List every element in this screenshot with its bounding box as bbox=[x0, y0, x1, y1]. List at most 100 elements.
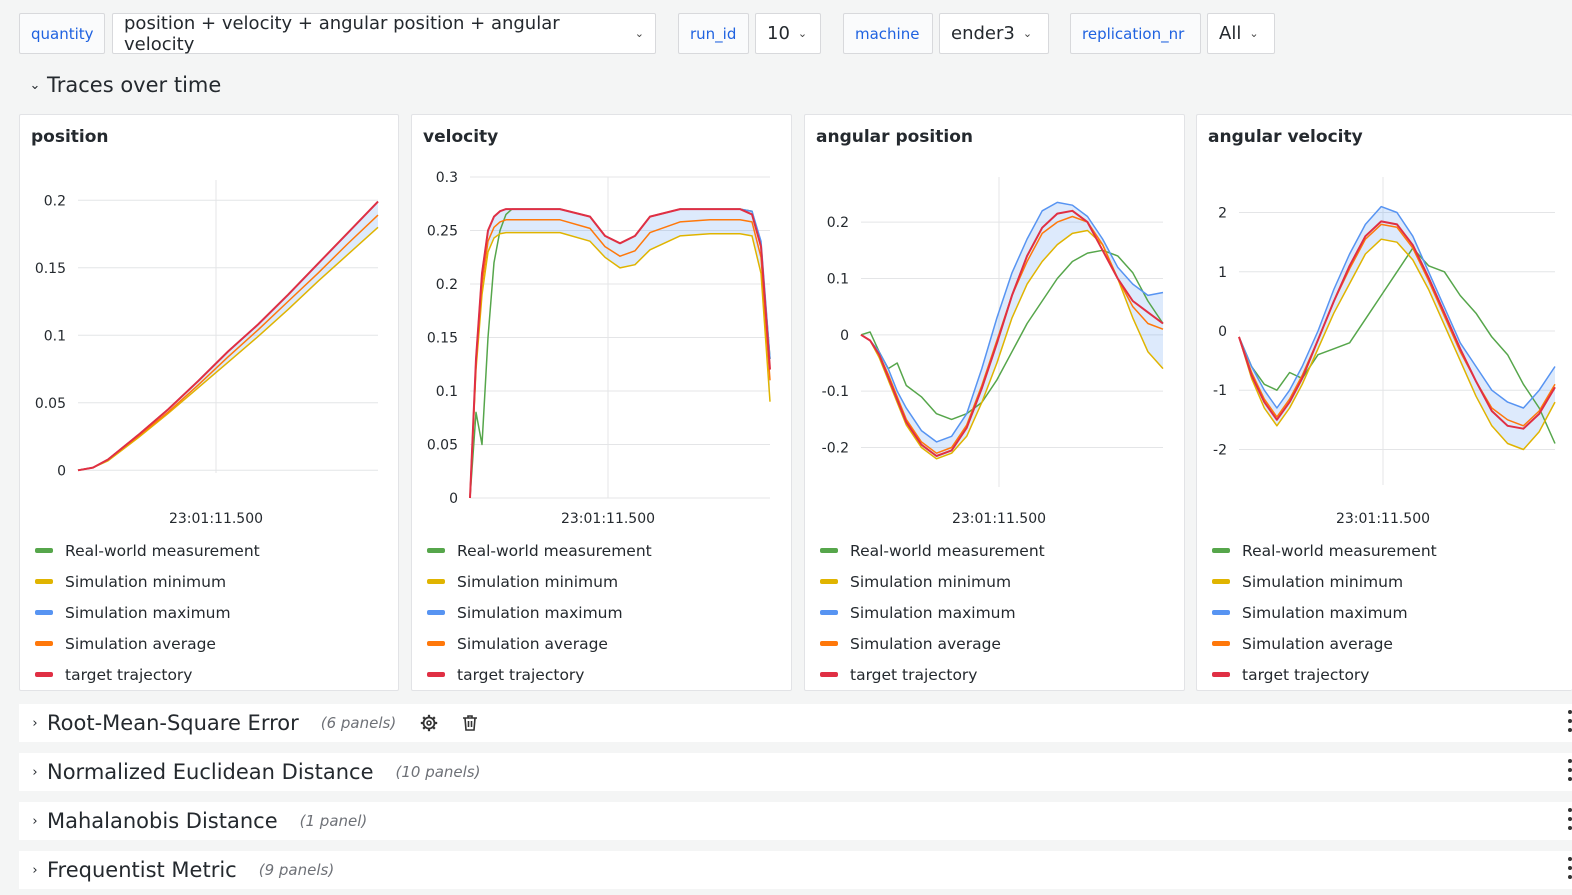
row-title-ned: Normalized Euclidean Distance bbox=[47, 760, 374, 784]
trash-icon[interactable] bbox=[462, 714, 478, 732]
y-tick-label: -0.1 bbox=[822, 384, 849, 400]
chart-angular-velocity: 2 1 0 -1 -2 23:01:11.500 bbox=[1213, 177, 1556, 527]
legend-swatch bbox=[1212, 579, 1230, 584]
row-title-frequentist: Frequentist Metric bbox=[47, 858, 237, 882]
series-line-simulation-maximum bbox=[77, 201, 379, 472]
legend-item[interactable]: Simulation maximum bbox=[820, 597, 1045, 628]
row-panel-count: (1 panel) bbox=[299, 812, 368, 830]
chevron-down-icon: ⌄ bbox=[1022, 27, 1033, 40]
legend: Real-world measurement Simulation minimum… bbox=[1212, 535, 1437, 690]
legend-swatch bbox=[1212, 672, 1230, 677]
legend-item[interactable]: Real-world measurement bbox=[820, 535, 1045, 566]
y-tick-label: 0.1 bbox=[44, 328, 66, 344]
legend-item[interactable]: Real-world measurement bbox=[35, 535, 260, 566]
legend-label: target trajectory bbox=[65, 665, 193, 684]
legend-item[interactable]: Simulation maximum bbox=[1212, 597, 1437, 628]
y-tick-label: 0.25 bbox=[427, 224, 458, 240]
legend-item[interactable]: target trajectory bbox=[35, 659, 260, 690]
row-title-rmse: Root-Mean-Square Error bbox=[47, 711, 299, 735]
panel-position: position 0.2 0.15 0.1 0.05 0 23:01:11.500 Rea… bbox=[19, 114, 399, 691]
machine-select[interactable]: ender3 ⌄ bbox=[939, 13, 1049, 54]
legend-swatch bbox=[427, 672, 445, 677]
series-line-target-trajectory bbox=[77, 200, 379, 472]
row-drag-handle[interactable] bbox=[1566, 710, 1572, 736]
y-tick-label: -2 bbox=[1213, 442, 1227, 458]
quantity-select[interactable]: position + velocity + angular position +… bbox=[112, 12, 656, 55]
chevron-right-icon: › bbox=[32, 862, 38, 878]
chevron-down-icon: ⌄ bbox=[634, 27, 644, 40]
machine-select-value: ender3 bbox=[951, 23, 1015, 44]
row-title-traces: Traces over time bbox=[47, 73, 222, 97]
x-tick-label: 23:01:11.500 bbox=[169, 511, 263, 527]
legend-item[interactable]: Simulation minimum bbox=[427, 566, 652, 597]
y-tick-label: 0.1 bbox=[827, 271, 849, 287]
legend-swatch bbox=[35, 672, 53, 677]
y-tick-label: 0 bbox=[449, 491, 458, 507]
gear-icon[interactable] bbox=[420, 714, 438, 732]
row-header-traces[interactable]: ⌄ Traces over time bbox=[19, 66, 222, 104]
legend-item[interactable]: Real-world measurement bbox=[1212, 535, 1437, 566]
min-max-band bbox=[78, 201, 378, 471]
legend-swatch bbox=[427, 641, 445, 646]
legend-item[interactable]: Simulation average bbox=[427, 628, 652, 659]
y-tick-label: 0.3 bbox=[436, 170, 458, 186]
row-drag-handle[interactable] bbox=[1566, 857, 1572, 883]
series-line-real-world-measurement bbox=[77, 201, 379, 472]
chart-velocity: 0.3 0.25 0.2 0.15 0.1 0.05 0 23:01:11.500 bbox=[427, 170, 771, 527]
legend-item[interactable]: Real-world measurement bbox=[427, 535, 652, 566]
legend-item[interactable]: Simulation minimum bbox=[35, 566, 260, 597]
legend-label: Simulation maximum bbox=[65, 603, 231, 622]
legend-item[interactable]: target trajectory bbox=[1212, 659, 1437, 690]
legend-item[interactable]: target trajectory bbox=[820, 659, 1045, 690]
legend-item[interactable]: target trajectory bbox=[427, 659, 652, 690]
variable-label-replication-nr: replication_nr bbox=[1070, 13, 1201, 54]
row-header-frequentist[interactable]: › Frequentist Metric (9 panels) bbox=[19, 851, 1572, 889]
chevron-down-icon: ⌄ bbox=[797, 27, 808, 40]
y-tick-label: 0 bbox=[840, 328, 849, 344]
run-id-select[interactable]: 10 ⌄ bbox=[755, 13, 821, 54]
chevron-down-icon: ⌄ bbox=[1249, 27, 1259, 40]
row-panel-count: (6 panels) bbox=[320, 714, 397, 732]
legend-label: target trajectory bbox=[1242, 665, 1370, 684]
legend-item[interactable]: Simulation minimum bbox=[820, 566, 1045, 597]
legend-swatch bbox=[427, 610, 445, 615]
legend-item[interactable]: Simulation maximum bbox=[35, 597, 260, 628]
legend-swatch bbox=[35, 610, 53, 615]
legend-label: Real-world measurement bbox=[65, 541, 260, 560]
y-tick-label: 0.2 bbox=[827, 215, 849, 231]
replication-nr-select[interactable]: All ⌄ bbox=[1207, 13, 1275, 54]
legend-swatch bbox=[427, 579, 445, 584]
y-tick-label: 0.15 bbox=[35, 261, 66, 277]
row-drag-handle[interactable] bbox=[1566, 808, 1572, 834]
legend-label: target trajectory bbox=[457, 665, 585, 684]
legend-label: Simulation minimum bbox=[1242, 572, 1404, 591]
legend-label: Simulation average bbox=[1242, 634, 1393, 653]
y-tick-label: -1 bbox=[1213, 383, 1227, 399]
y-tick-label: 0 bbox=[57, 463, 66, 479]
row-header-ned[interactable]: › Normalized Euclidean Distance (10 pane… bbox=[19, 753, 1572, 791]
legend-label: Simulation minimum bbox=[457, 572, 619, 591]
legend-swatch bbox=[427, 548, 445, 553]
chart-angular-position: 0.2 0.1 0 -0.1 -0.2 23:01:11.500 bbox=[822, 177, 1164, 527]
legend-item[interactable]: Simulation maximum bbox=[427, 597, 652, 628]
y-tick-label: 0 bbox=[1218, 324, 1227, 340]
legend-item[interactable]: Simulation average bbox=[35, 628, 260, 659]
row-drag-handle[interactable] bbox=[1566, 759, 1572, 785]
legend-swatch bbox=[820, 672, 838, 677]
legend-label: Simulation average bbox=[850, 634, 1001, 653]
quantity-select-value: position + velocity + angular position +… bbox=[124, 12, 560, 55]
legend-label: Real-world measurement bbox=[457, 541, 652, 560]
row-header-rmse[interactable]: › Root-Mean-Square Error (6 panels) bbox=[19, 704, 1572, 742]
chart-position: 0.2 0.15 0.1 0.05 0 23:01:11.500 bbox=[35, 180, 379, 527]
legend-item[interactable]: Simulation average bbox=[1212, 628, 1437, 659]
legend: Real-world measurement Simulation minimum… bbox=[427, 535, 652, 690]
row-header-mahalanobis[interactable]: › Mahalanobis Distance (1 panel) bbox=[19, 802, 1572, 840]
legend-label: Simulation minimum bbox=[65, 572, 227, 591]
legend-swatch bbox=[1212, 548, 1230, 553]
legend-swatch bbox=[820, 641, 838, 646]
legend-item[interactable]: Simulation minimum bbox=[1212, 566, 1437, 597]
x-tick-label: 23:01:11.500 bbox=[952, 511, 1046, 527]
panel-velocity: velocity 0.3 0.25 0.2 0.15 0.1 0.05 0 23:01:11.… bbox=[411, 114, 792, 691]
legend-item[interactable]: Simulation average bbox=[820, 628, 1045, 659]
legend-swatch bbox=[1212, 641, 1230, 646]
